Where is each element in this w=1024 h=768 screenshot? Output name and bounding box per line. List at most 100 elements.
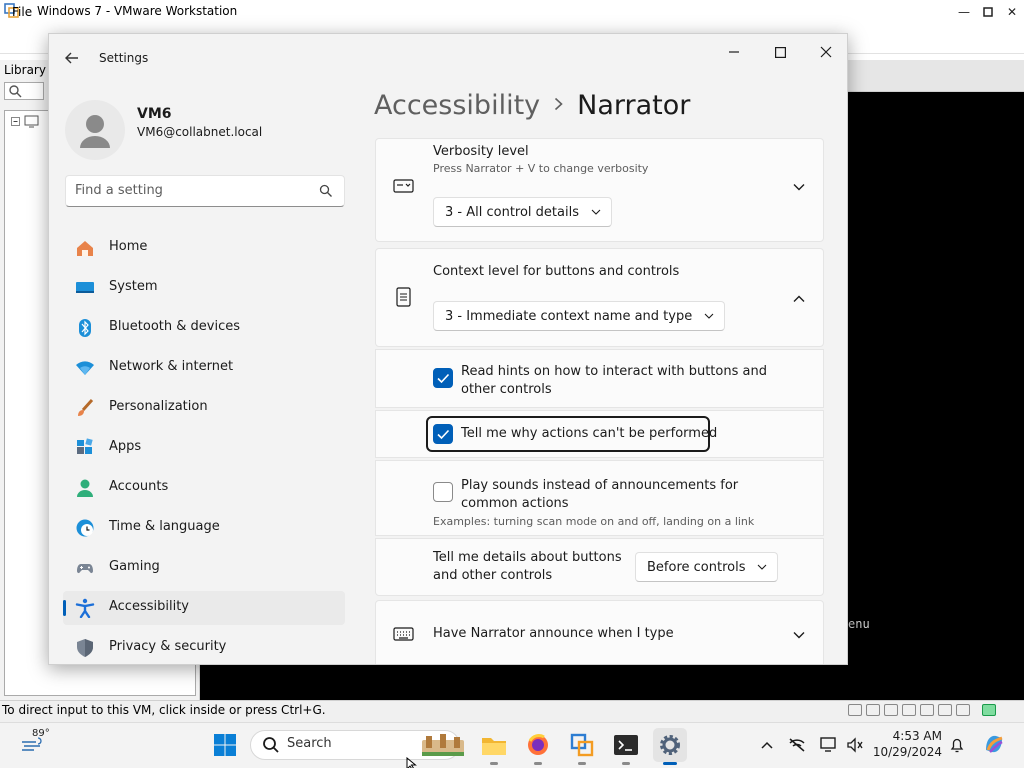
settings-close-button[interactable] (808, 40, 844, 64)
sidebar-item-bluetooth[interactable]: Bluetooth & devices (63, 311, 345, 345)
details-label: Tell me details about buttons and other … (433, 549, 622, 585)
taskbar-search-placeholder: Search (287, 736, 332, 751)
search-icon (319, 183, 333, 197)
back-arrow-icon[interactable] (63, 49, 81, 67)
search-highlight-icon[interactable] (420, 732, 466, 758)
tray-notifications-bell-icon[interactable] (948, 736, 966, 754)
chevron-down-icon (758, 564, 767, 570)
breadcrumb-chevron-icon (554, 96, 563, 115)
sidebar-item-personalization[interactable]: Personalization (63, 391, 345, 425)
sidebar-item-system[interactable]: System (63, 271, 345, 305)
verbosity-expand-chevron-down-icon[interactable] (792, 179, 806, 193)
sidebar-item-privacy-security[interactable]: Privacy & security (63, 631, 345, 664)
accounts-icon (75, 478, 95, 498)
settings-window-title: Settings (99, 51, 149, 65)
play-sounds-label-line1: Play sounds instead of announcements for (461, 478, 739, 493)
system-icon (75, 278, 95, 298)
shield-icon (75, 638, 95, 658)
bluetooth-icon (75, 318, 95, 338)
sidebar-item-network[interactable]: Network & internet (63, 351, 345, 385)
vmware-device-icons[interactable] (848, 704, 996, 716)
sidebar-item-label: Accessibility (109, 599, 189, 614)
chevron-down-icon (704, 313, 714, 319)
play-sounds-label: Play sounds instead of announcements for… (461, 477, 738, 513)
device-icon[interactable] (938, 704, 952, 716)
gamepad-icon (75, 558, 95, 578)
verbosity-dropdown-value: 3 - All control details (445, 204, 579, 220)
sidebar-item-label: Home (109, 239, 148, 254)
verbosity-keyboard-icon (393, 178, 417, 198)
chevron-down-icon (591, 209, 601, 215)
breadcrumb-parent[interactable]: Accessibility (374, 90, 540, 121)
taskbar-vmware[interactable] (565, 728, 599, 765)
read-hints-label-line1: Read hints on how to interact with butto… (461, 364, 767, 379)
weather-temperature: 89° (32, 728, 50, 739)
brush-icon (75, 398, 95, 418)
tray-volume-muted-icon[interactable] (846, 736, 864, 754)
context-level-card (375, 248, 824, 347)
device-icon[interactable] (920, 704, 934, 716)
tray-copilot-icon[interactable] (982, 732, 1006, 756)
read-hints-label-line2: other controls (461, 382, 552, 397)
read-hints-checkbox[interactable] (433, 368, 453, 388)
context-collapse-chevron-up-icon[interactable] (792, 291, 806, 305)
tray-clock-date[interactable]: 10/29/2024 (870, 745, 942, 759)
settings-maximize-button[interactable] (762, 40, 798, 64)
settings-minimize-button[interactable] (716, 40, 752, 64)
sidebar-item-home[interactable]: Home (63, 231, 345, 265)
taskbar-terminal[interactable] (609, 728, 643, 765)
clock-globe-icon (75, 518, 95, 538)
vmware-tab-strip (848, 60, 1024, 92)
message-icon[interactable] (982, 704, 996, 716)
sidebar-item-label: Accounts (109, 479, 169, 494)
taskbar-settings[interactable] (653, 728, 687, 765)
device-icon[interactable] (866, 704, 880, 716)
user-name: VM6 (137, 106, 172, 122)
breadcrumb: Accessibility Narrator (374, 90, 690, 121)
home-icon (75, 238, 95, 258)
tray-display-icon[interactable] (820, 736, 838, 754)
device-icon[interactable] (884, 704, 898, 716)
details-dropdown-value: Before controls (647, 559, 746, 575)
search-icon (262, 736, 280, 754)
taskbar-firefox[interactable] (521, 728, 555, 765)
mouse-cursor-icon (406, 755, 418, 768)
sidebar-item-accounts[interactable]: Accounts (63, 471, 345, 505)
taskbar-file-explorer[interactable] (477, 728, 511, 765)
sidebar-item-time-language[interactable]: Time & language (63, 511, 345, 545)
sidebar-item-label: Personalization (109, 399, 208, 414)
vmware-maximize-button[interactable] (975, 0, 1001, 24)
device-icon[interactable] (848, 704, 862, 716)
context-level-title: Context level for buttons and controls (433, 264, 680, 279)
vmware-minimize-button[interactable]: — (951, 0, 977, 24)
context-document-icon (395, 287, 419, 307)
tray-overflow-chevron-icon[interactable] (758, 736, 776, 754)
tray-network-off-icon[interactable] (788, 736, 806, 754)
vmware-library-search-input[interactable] (4, 82, 44, 100)
details-label-line2: and other controls (433, 568, 553, 583)
verbosity-title: Verbosity level (433, 144, 529, 159)
details-label-line1: Tell me details about buttons (433, 550, 622, 565)
context-level-dropdown[interactable]: 3 - Immediate context name and type (433, 301, 726, 331)
vmware-menu-file[interactable]: File (12, 5, 32, 19)
verbosity-subtitle: Press Narrator + V to change verbosity (433, 162, 649, 175)
device-icon[interactable] (902, 704, 916, 716)
avatar[interactable] (65, 100, 125, 160)
accessibility-icon (75, 598, 95, 619)
sidebar-item-apps[interactable]: Apps (63, 431, 345, 465)
tray-clock-time[interactable]: 4:53 AM (880, 729, 942, 743)
start-button[interactable] (208, 728, 242, 762)
sidebar-item-label: Privacy & security (109, 639, 227, 654)
sidebar-item-gaming[interactable]: Gaming (63, 551, 345, 585)
play-sounds-checkbox[interactable] (433, 482, 453, 502)
tell-me-why-label: Tell me why actions can't be performed (461, 426, 718, 441)
device-icon[interactable] (956, 704, 970, 716)
tell-me-why-checkbox[interactable] (433, 424, 453, 444)
sidebar-item-accessibility[interactable]: Accessibility (63, 591, 345, 625)
details-dropdown[interactable]: Before controls (635, 552, 779, 582)
vmware-close-button[interactable]: ✕ (999, 0, 1024, 24)
announce-typing-title: Have Narrator announce when I type (433, 626, 674, 641)
sidebar-item-label: Time & language (109, 519, 220, 534)
verbosity-dropdown[interactable]: 3 - All control details (433, 197, 612, 227)
announce-expand-chevron-down-icon[interactable] (792, 627, 806, 641)
